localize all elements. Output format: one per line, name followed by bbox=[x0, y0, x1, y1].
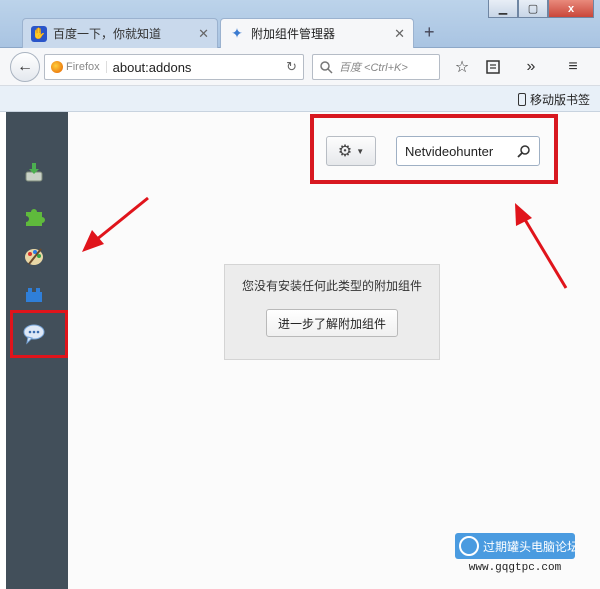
bookmarks-menu-button[interactable] bbox=[482, 57, 504, 77]
new-tab-button[interactable]: + bbox=[424, 22, 435, 43]
url-bar[interactable]: Firefox about:addons ↻ bbox=[44, 54, 304, 80]
lego-brick-icon bbox=[26, 288, 42, 302]
site-watermark: 过期罐头电脑论坛 www.gqgtpc.com bbox=[455, 533, 575, 579]
watermark-banner: 过期罐头电脑论坛 bbox=[455, 533, 575, 559]
watermark-url: www.gqgtpc.com bbox=[468, 562, 562, 574]
bookmarks-toolbar: 移动版书签 bbox=[0, 86, 600, 112]
tab-baidu[interactable]: ✋ 百度一下，你就知道 ✕ bbox=[22, 18, 218, 48]
minimize-button[interactable]: ▁ bbox=[488, 0, 518, 18]
tab-close-icon[interactable]: ✕ bbox=[394, 26, 405, 42]
category-get-addons[interactable] bbox=[20, 158, 48, 186]
search-icon[interactable] bbox=[517, 144, 531, 158]
puzzle-piece-icon: ✦ bbox=[231, 25, 243, 41]
bookmark-star-button[interactable]: ☆ bbox=[451, 57, 473, 77]
category-appearance[interactable] bbox=[20, 242, 48, 270]
addons-category-sidebar bbox=[6, 112, 68, 589]
hamburger-menu-icon: ≡ bbox=[568, 58, 578, 75]
minimize-icon: ▁ bbox=[498, 3, 508, 15]
tab-addons-manager[interactable]: ✦ 附加组件管理器 ✕ bbox=[220, 18, 414, 48]
bookmarks-list-icon bbox=[486, 60, 500, 74]
paint-palette-icon bbox=[25, 248, 43, 265]
tab-label: 百度一下，你就知道 bbox=[53, 27, 162, 41]
search-bar[interactable]: 百度 <Ctrl+K> bbox=[312, 54, 440, 80]
star-icon: ☆ bbox=[454, 59, 470, 76]
search-placeholder: 百度 <Ctrl+K> bbox=[339, 62, 408, 74]
empty-state-panel: 您没有安装任何此类型的附加组件 进一步了解附加组件 bbox=[224, 264, 440, 360]
reload-icon[interactable]: ↻ bbox=[286, 59, 297, 75]
search-icon bbox=[320, 61, 333, 74]
learn-more-button[interactable]: 进一步了解附加组件 bbox=[266, 309, 398, 337]
close-icon: x bbox=[567, 2, 575, 15]
category-extensions[interactable] bbox=[20, 202, 48, 230]
maximize-button[interactable]: ▢ bbox=[518, 0, 548, 18]
window-titlebar: ▁ ▢ x ✋ 百度一下，你就知道 ✕ ✦ 附加组件管理器 ✕ + bbox=[0, 0, 600, 48]
maximize-icon: ▢ bbox=[527, 3, 539, 15]
mobile-bookmarks-label: 移动版书签 bbox=[529, 93, 590, 107]
puzzle-piece-icon bbox=[26, 209, 45, 226]
baidu-paw-icon: ✋ bbox=[31, 25, 47, 42]
gear-icon: ⚙ bbox=[337, 143, 353, 160]
menu-button[interactable]: ≡ bbox=[562, 57, 584, 77]
addon-search-input[interactable]: Netvideohunter bbox=[396, 136, 540, 166]
mobile-bookmarks-item[interactable]: 移动版书签 bbox=[517, 91, 590, 108]
navigation-toolbar: ← Firefox about:addons ↻ 百度 <Ctrl+K> ☆ »… bbox=[0, 48, 600, 86]
overflow-button[interactable]: » bbox=[520, 57, 542, 77]
tab-label: 附加组件管理器 bbox=[251, 27, 336, 41]
chevron-double-right-icon: » bbox=[526, 58, 536, 75]
watermark-logo-icon bbox=[459, 536, 479, 556]
window-controls: ▁ ▢ x bbox=[488, 0, 594, 20]
tab-close-icon[interactable]: ✕ bbox=[198, 26, 209, 42]
tools-gear-button[interactable]: ⚙ ▼ bbox=[326, 136, 376, 166]
phone-icon bbox=[517, 93, 526, 106]
back-button[interactable]: ← bbox=[10, 52, 40, 82]
close-window-button[interactable]: x bbox=[548, 0, 594, 18]
chevron-down-icon: ▼ bbox=[356, 146, 365, 156]
download-box-icon bbox=[25, 163, 43, 182]
empty-state-message: 您没有安装任何此类型的附加组件 bbox=[241, 279, 422, 293]
selected-category-highlight bbox=[10, 310, 68, 358]
category-plugins[interactable] bbox=[20, 280, 48, 308]
watermark-title: 过期罐头电脑论坛 bbox=[483, 539, 575, 554]
firefox-logo-icon bbox=[51, 61, 63, 73]
url-text[interactable]: about:addons bbox=[113, 60, 280, 75]
identity-label: Firefox bbox=[66, 61, 100, 73]
addon-search-value: Netvideohunter bbox=[405, 143, 494, 159]
back-arrow-icon: ← bbox=[17, 58, 33, 75]
identity-badge[interactable]: Firefox bbox=[51, 61, 107, 73]
